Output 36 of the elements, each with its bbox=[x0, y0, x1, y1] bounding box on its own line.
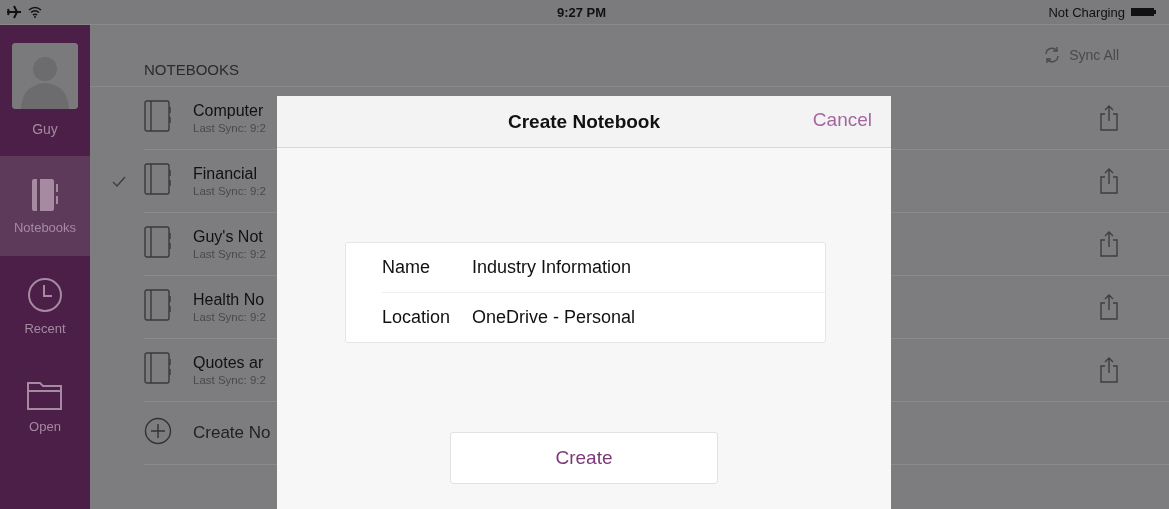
share-icon[interactable] bbox=[1099, 231, 1119, 257]
notebook-icon bbox=[144, 289, 172, 321]
notebook-name[interactable]: Health No bbox=[193, 291, 265, 309]
share-icon[interactable] bbox=[1099, 168, 1119, 194]
profile-name: Guy bbox=[32, 121, 58, 137]
notebook-name[interactable]: Guy's Not bbox=[193, 228, 263, 246]
notebook-icon bbox=[144, 100, 172, 132]
wifi-icon bbox=[28, 6, 42, 18]
notebook-name[interactable]: Financial bbox=[193, 165, 258, 183]
input-field[interactable]: Industry Information bbox=[472, 257, 825, 278]
battery-status: Not Charging bbox=[1048, 4, 1125, 20]
notebook-icon bbox=[144, 226, 172, 258]
plus-icon[interactable] bbox=[144, 417, 172, 445]
notebook-name[interactable]: Computer bbox=[193, 102, 264, 120]
status-time: 9:27 PM bbox=[556, 4, 607, 20]
battery-icon bbox=[1131, 7, 1157, 17]
airplane-icon bbox=[6, 5, 22, 19]
sync-icon bbox=[1043, 46, 1062, 64]
field-label: Location bbox=[382, 307, 452, 328]
create-button[interactable]: Create bbox=[450, 432, 718, 484]
notebook-icon bbox=[144, 163, 172, 195]
cancel-button[interactable]: Cancel bbox=[812, 109, 872, 131]
field-label: Name bbox=[382, 257, 431, 278]
sidebar-item[interactable]: Recent bbox=[0, 256, 90, 356]
dialog-title: Create Notebook bbox=[508, 110, 660, 133]
notebook-icon bbox=[144, 352, 172, 384]
notebook-name[interactable]: Quotes ar bbox=[193, 354, 264, 372]
share-icon[interactable] bbox=[1099, 357, 1119, 383]
sidebar-item[interactable]: Notebooks bbox=[0, 156, 90, 256]
input-field[interactable]: OneDrive - Personal bbox=[472, 307, 825, 328]
sidebar-item[interactable]: Open bbox=[0, 356, 90, 456]
section-header: NOTEBOOKS bbox=[144, 61, 240, 78]
share-icon[interactable] bbox=[1099, 105, 1119, 131]
share-icon[interactable] bbox=[1099, 294, 1119, 320]
clock-icon bbox=[27, 276, 63, 313]
create-notebook-link[interactable]: Create No bbox=[193, 423, 271, 443]
